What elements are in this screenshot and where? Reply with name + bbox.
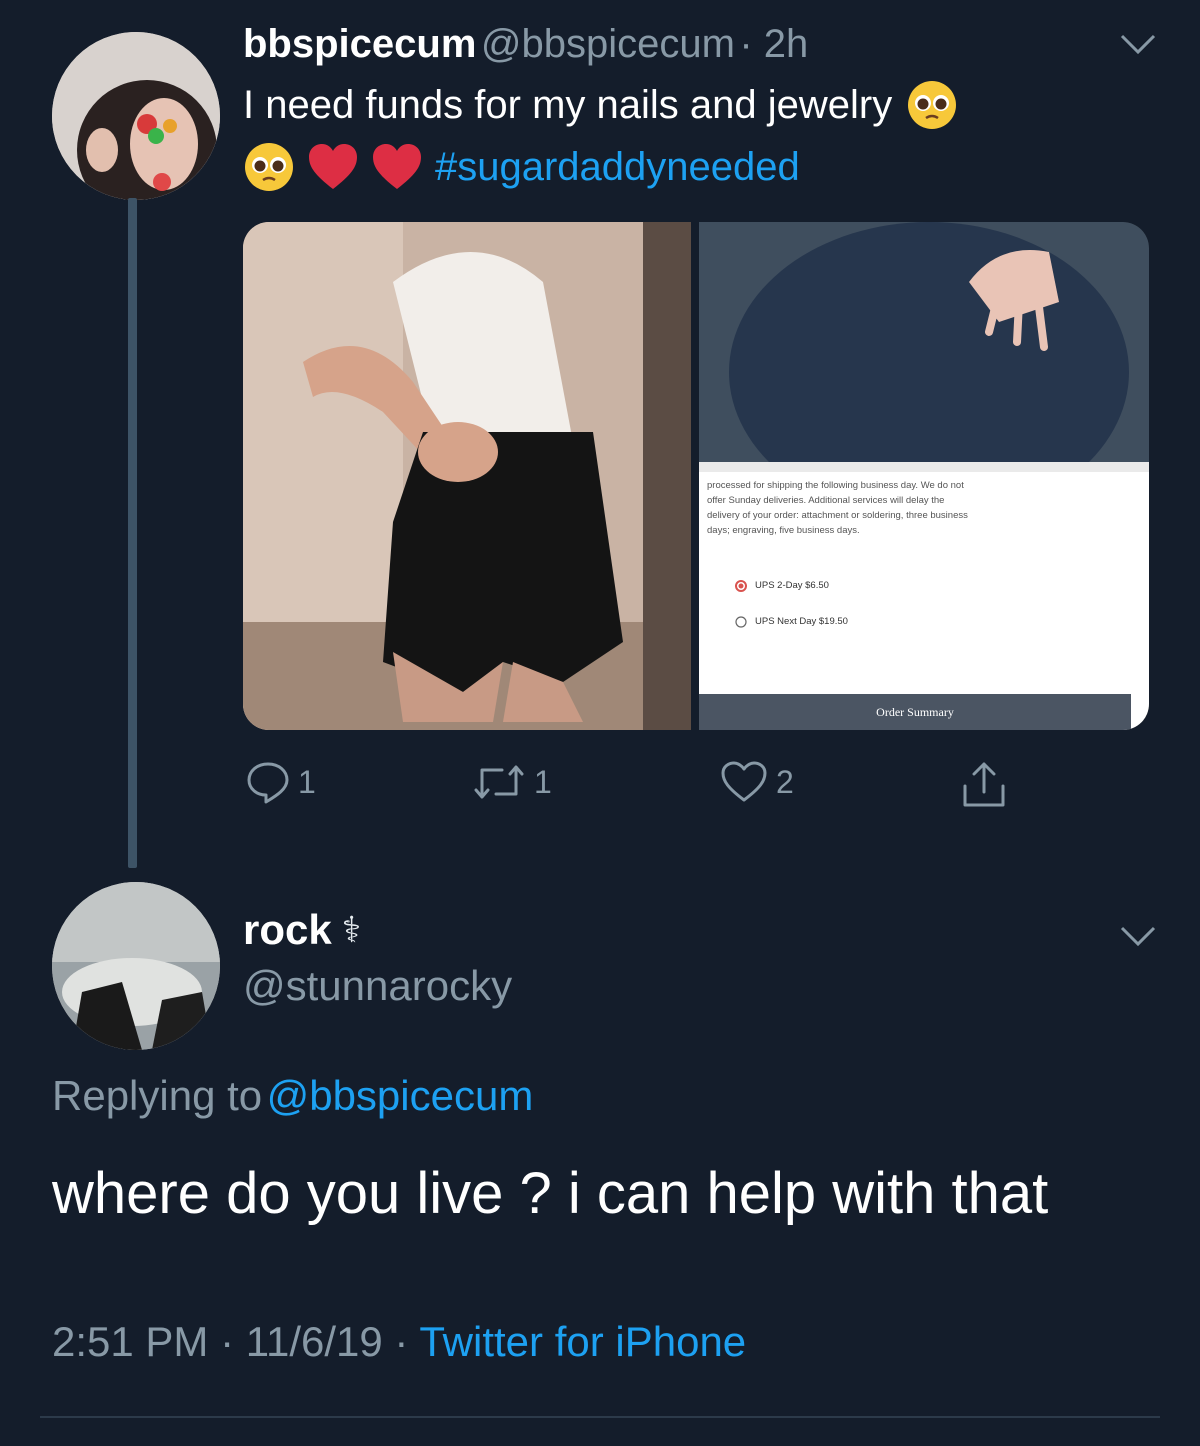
source-link[interactable]: Twitter for iPhone <box>419 1318 746 1365</box>
pleading-face-icon <box>908 81 957 129</box>
display-name[interactable]: bbspicecum <box>243 22 476 66</box>
shipping-line: days; engraving, five business days. <box>707 525 860 536</box>
chevron-down-icon[interactable] <box>1118 32 1158 56</box>
reply-meta: 2:51 PM · 11/6/19 · Twitter for iPhone <box>52 1318 746 1366</box>
reply-time[interactable]: 2:51 PM <box>52 1318 208 1365</box>
retweet-count: 1 <box>534 763 552 800</box>
like-action[interactable]: 2 <box>720 760 794 804</box>
shipping-option-label: UPS 2-Day $6.50 <box>755 580 829 591</box>
avatar[interactable] <box>52 32 220 200</box>
thread-line <box>128 198 137 868</box>
reply-header: rock ⚕ <box>243 906 361 954</box>
pleading-face-icon <box>245 143 293 191</box>
hashtag-link[interactable]: #sugardaddyneeded <box>435 138 800 196</box>
replying-to: Replying to @bbspicecum <box>52 1072 533 1120</box>
retweet-action[interactable]: 1 <box>472 760 552 804</box>
reply-icon[interactable] <box>246 760 290 804</box>
avatar[interactable] <box>52 882 220 1050</box>
shipping-line: offer Sunday deliveries. Additional serv… <box>707 495 945 506</box>
tweet-text: I need funds for my nails and jewelry #s… <box>243 76 1143 196</box>
replying-handle-link[interactable]: @bbspicecum <box>267 1072 534 1119</box>
shipping-info: processed for shipping the following bus… <box>707 478 1127 538</box>
divider <box>40 1416 1160 1418</box>
order-summary-label: Order Summary <box>876 705 954 719</box>
caduceus-icon: ⚕ <box>341 909 362 950</box>
shipping-option[interactable]: UPS Next Day $19.50 <box>735 614 848 629</box>
reply-action[interactable]: 1 <box>246 760 316 804</box>
replying-prefix: Replying to <box>52 1072 263 1119</box>
tweet-header: bbspicecum @bbspicecum · 2h <box>243 22 808 67</box>
shipping-option-label: UPS Next Day $19.50 <box>755 616 848 627</box>
handle[interactable]: @stunnarocky <box>243 962 512 1009</box>
reply-count: 1 <box>298 763 316 800</box>
red-heart-icon <box>373 144 421 189</box>
shipping-line: delivery of your order: attachment or so… <box>707 510 968 521</box>
chevron-down-icon[interactable] <box>1118 924 1158 948</box>
timestamp[interactable]: · 2h <box>739 22 808 66</box>
reply-date[interactable]: 11/6/19 <box>246 1318 383 1365</box>
reply-handle-row: @stunnarocky <box>243 962 512 1010</box>
radio-selected-icon[interactable] <box>735 579 747 592</box>
display-name[interactable]: rock <box>243 906 332 954</box>
tweet-media[interactable]: processed for shipping the following bus… <box>243 222 1149 730</box>
media-photo-right[interactable] <box>699 222 1149 472</box>
shipping-line: processed for shipping the following bus… <box>707 480 964 491</box>
like-count: 2 <box>776 763 794 800</box>
avatar-photo <box>52 882 220 1050</box>
radio-unselected-icon[interactable] <box>735 615 747 628</box>
tweet-text-line1: I need funds for my nails and jewelry <box>243 83 893 127</box>
retweet-icon[interactable] <box>472 760 526 804</box>
handle[interactable]: @bbspicecum <box>481 22 735 66</box>
separator: · <box>208 1318 246 1365</box>
share-icon[interactable] <box>960 760 1008 810</box>
share-action[interactable] <box>960 760 1008 810</box>
separator: · <box>382 1318 420 1365</box>
media-screenshot[interactable]: processed for shipping the following bus… <box>699 472 1149 730</box>
media-photo-left[interactable] <box>243 222 691 730</box>
reply-text: where do you live ? i can help with that <box>52 1161 1049 1226</box>
avatar-photo <box>52 32 220 200</box>
shipping-option[interactable]: UPS 2-Day $6.50 <box>735 578 829 593</box>
order-summary-bar[interactable]: Order Summary <box>699 694 1131 730</box>
red-heart-icon <box>309 144 357 189</box>
heart-icon[interactable] <box>720 760 768 804</box>
